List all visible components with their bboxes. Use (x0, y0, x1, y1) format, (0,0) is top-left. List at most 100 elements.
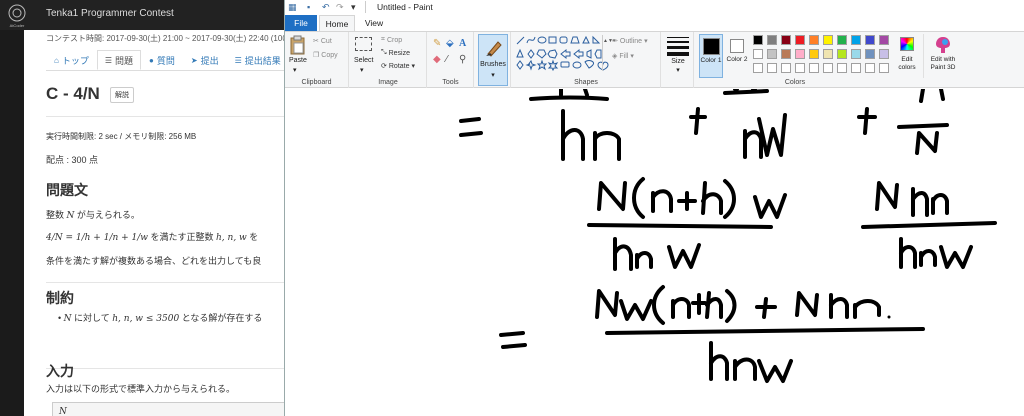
statement-line-3: 条件を満たす解が複数ある場合、どれを出力しても良 (46, 256, 262, 266)
color-swatch[interactable] (879, 35, 889, 45)
chevron-down-icon: ▾ (630, 53, 634, 60)
select-icon[interactable] (355, 37, 372, 51)
text-icon[interactable]: A (459, 38, 466, 49)
paste-icon[interactable] (289, 35, 307, 55)
tab-results[interactable]: ☰ 提出結果 (227, 50, 284, 70)
drawing-canvas[interactable] (285, 87, 1024, 416)
crop-icon: ⌗ (381, 36, 385, 43)
color-swatch[interactable] (879, 49, 889, 59)
paint3d-label: Edit with Paint 3D (930, 56, 956, 71)
shapes-scroll[interactable]: ▲▼▾ (602, 35, 615, 71)
paste-button[interactable]: Paste (289, 57, 307, 64)
crop-button[interactable]: ⌗ Crop (381, 36, 402, 44)
color-swatch[interactable] (823, 35, 833, 45)
color-swatch[interactable] (851, 35, 861, 45)
color-swatch[interactable] (781, 49, 791, 59)
color-swatch[interactable] (795, 49, 805, 59)
outline-button[interactable]: ✏ Outline ▾ (612, 37, 648, 46)
input-description: 入力は以下の形式で標準入力から与えられる。 (46, 384, 236, 394)
tab-submit[interactable]: ➤ 提出 (183, 50, 227, 70)
tab-problems[interactable]: ☰ 問題 (96, 50, 142, 70)
tab-results-label: 提出結果 (244, 55, 281, 66)
paint-app-icon[interactable]: ▦ (288, 2, 298, 12)
chevron-down-icon[interactable]: ▾ (666, 66, 690, 74)
edit-colors-button[interactable]: Edit colors (893, 34, 921, 78)
color-swatch[interactable] (767, 49, 777, 59)
color2-button[interactable]: Color 2 (725, 34, 749, 78)
math-hnw: h, n, w (216, 233, 247, 243)
fill-button[interactable]: ◈ Fill ▾ (612, 52, 634, 61)
color-swatch[interactable] (837, 63, 847, 73)
paint3d-button[interactable]: Edit with Paint 3D (923, 34, 961, 78)
statement-text: を満たす正整数 (148, 232, 217, 242)
shapes-label: Shapes (574, 79, 598, 86)
undo-icon[interactable]: ↶ (322, 2, 332, 12)
paste-dropdown[interactable]: ▾ (293, 66, 297, 74)
color-swatch[interactable] (823, 49, 833, 59)
color-swatch[interactable] (837, 49, 847, 59)
color-picker-icon[interactable]: ⁄ (446, 54, 448, 65)
cut-label: Cut (320, 37, 332, 45)
eraser-icon[interactable]: ◆ (433, 54, 441, 65)
color-swatch[interactable] (865, 63, 875, 73)
size-icon[interactable] (667, 37, 689, 56)
color-swatch[interactable] (851, 49, 861, 59)
select-button[interactable]: Select (354, 57, 373, 64)
save-icon[interactable]: ▪ (307, 2, 317, 12)
pencil-icon[interactable]: ✎ (433, 38, 441, 49)
rotate-button[interactable]: ⟳ Rotate ▾ (381, 62, 415, 71)
color-swatch[interactable] (781, 35, 791, 45)
clipboard-label: Clipboard (301, 79, 332, 86)
tab-top[interactable]: ⌂ トップ (46, 50, 97, 70)
color-swatch[interactable] (809, 35, 819, 45)
select-dropdown[interactable]: ▾ (360, 66, 364, 74)
shapes-gallery[interactable] (515, 35, 611, 71)
tab-view[interactable]: View (359, 15, 389, 31)
color-swatch[interactable] (753, 63, 763, 73)
size-button[interactable]: Size (666, 58, 690, 65)
color-swatch[interactable] (753, 49, 763, 59)
statement-text: を (246, 232, 259, 242)
color1-button[interactable]: Color 1 (699, 34, 723, 78)
color-swatch[interactable] (795, 35, 805, 45)
color-swatch[interactable] (767, 35, 777, 45)
color2-swatch (730, 39, 744, 53)
resize-button[interactable]: ⤡ Resize (381, 49, 410, 57)
color-swatch[interactable] (879, 63, 889, 73)
editorial-button[interactable]: 解説 (110, 87, 134, 103)
atcoder-logo-icon[interactable]: AtCoder (2, 1, 32, 29)
color-swatch[interactable] (809, 63, 819, 73)
contest-name[interactable]: Tenka1 Programmer Contest (46, 8, 174, 19)
fill-bucket-icon[interactable]: ⬙ (446, 38, 454, 49)
rotate-label: Rotate (388, 62, 410, 70)
customize-toolbar-icon[interactable]: ▾ (351, 2, 361, 12)
constraint-text: に対して (71, 313, 113, 323)
redo-icon[interactable]: ↷ (336, 2, 346, 12)
file-menu[interactable]: File (285, 15, 317, 31)
color-swatch[interactable] (809, 49, 819, 59)
paint-window: ▦ ▪ ↶ ↷ ▾ Untitled - Paint File Home Vie… (284, 0, 1024, 416)
question-icon: ● (149, 55, 154, 65)
color-swatch[interactable] (865, 35, 875, 45)
tab-questions[interactable]: ● 質問 (141, 50, 183, 70)
color-swatch[interactable] (823, 63, 833, 73)
tab-home[interactable]: Home (319, 15, 355, 31)
color-swatch[interactable] (851, 63, 861, 73)
magnifier-icon[interactable]: ⚲ (459, 54, 466, 65)
color-swatch[interactable] (865, 49, 875, 59)
cut-button[interactable]: ✂ Cut (313, 37, 332, 46)
statement-text: が与えられる。 (74, 210, 140, 220)
image-group: Select ▾ ⌗ Crop ⤡ Resize ⟳ Rotate ▾ Image (350, 32, 427, 88)
outline-icon: ✏ (612, 38, 618, 45)
denominator-3 (915, 131, 939, 155)
color-swatch[interactable] (753, 35, 763, 45)
divider (46, 282, 284, 283)
copy-button[interactable]: ❐ Copy (313, 51, 338, 60)
color-swatch[interactable] (795, 63, 805, 73)
color-swatch[interactable] (767, 63, 777, 73)
color-swatch[interactable] (837, 35, 847, 45)
color-swatch[interactable] (781, 63, 791, 73)
brushes-button[interactable]: Brushes ▾ (478, 34, 508, 86)
numerator-3 (919, 87, 945, 103)
crop-label: Crop (386, 36, 403, 44)
